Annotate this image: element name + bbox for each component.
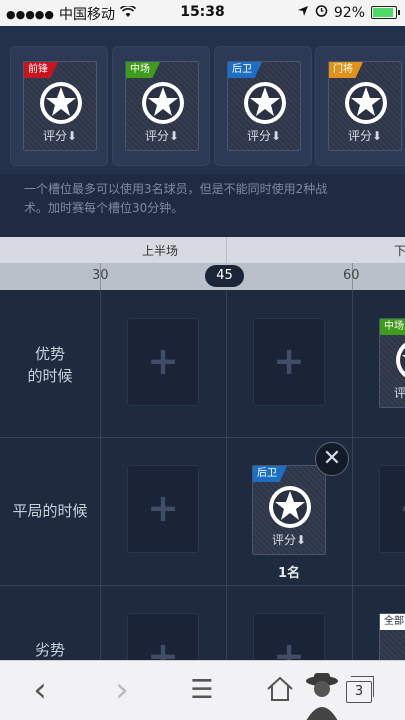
star-icon [38, 80, 84, 126]
row-label-winning: 优势 的时候 [0, 343, 100, 387]
tabs-button[interactable]: 3 [346, 676, 374, 703]
tactic-slot-forward[interactable]: 前锋 评分⬇ [10, 46, 108, 166]
player-count: 1名 [278, 566, 301, 581]
minute-scale[interactable]: 30 60 45 [0, 263, 405, 290]
position-badge: 后卫 [253, 466, 287, 482]
plus-icon: + [380, 488, 405, 528]
grid-line [0, 437, 405, 438]
player-card[interactable]: 后卫 评分⬇ [227, 61, 301, 151]
player-card[interactable]: 门将 评分⬇ [328, 61, 402, 151]
player-card-partial[interactable]: 中场 评 [379, 318, 405, 408]
star-icon [242, 80, 288, 126]
position-badge: 全部 [380, 614, 405, 630]
hint-line-2: 术。加时赛每个槽位30分钟。 [24, 201, 184, 215]
hint-text: 一个槽位最多可以使用3名球员，但是不能同时使用2种战 术。加时赛每个槽位30分钟… [24, 180, 384, 218]
status-bar: ●●●●● 中国移动 15:38 92% [0, 0, 405, 26]
plus-icon: + [147, 634, 179, 660]
add-player-slot[interactable]: + [253, 613, 325, 660]
alarm-icon [315, 4, 328, 21]
minute-label: 60 [343, 268, 360, 283]
rating-label: 评分⬇ [144, 129, 180, 143]
minute-label: 30 [92, 268, 109, 283]
plus-icon: + [147, 486, 179, 530]
half-time-bar: 上半场 下 [0, 237, 405, 263]
first-half-label: 上半场 [142, 244, 179, 258]
tactic-slot-defender[interactable]: 后卫 评分⬇ [214, 46, 312, 166]
row-label-draw: 平局的时候 [12, 502, 88, 520]
rating-label: 评分⬇ [42, 129, 78, 143]
hint-line-1: 一个槽位最多可以使用3名球员，但是不能同时使用2种战 [24, 182, 328, 196]
add-player-slot[interactable]: + [379, 465, 405, 553]
menu-button[interactable]: ☰ [184, 675, 220, 705]
row-label-line: 优势 [34, 345, 65, 363]
remove-player-button[interactable]: ✕ [315, 442, 349, 476]
tactic-slot-goalkeeper[interactable]: 门将 评分⬇ [315, 46, 405, 166]
position-badge: 前锋 [24, 62, 58, 78]
rating-label: 评分⬇ [347, 129, 383, 143]
home-button[interactable] [262, 675, 298, 705]
back-button[interactable]: ‹ [22, 673, 58, 707]
player-card-partial[interactable]: 全部 [379, 613, 405, 660]
home-icon [267, 676, 293, 701]
tactic-slot-midfield[interactable]: 中场 评分⬇ [112, 46, 210, 166]
position-badge: 后卫 [228, 62, 262, 78]
star-icon [140, 80, 186, 126]
position-badge: 中场 [126, 62, 160, 78]
star-icon [394, 337, 405, 383]
grid-line [226, 290, 227, 660]
star-icon [343, 80, 389, 126]
current-minute-marker[interactable]: 45 [205, 265, 244, 287]
browser-toolbar: ‹ › ☰ 3 [0, 660, 405, 720]
agent-avatar-icon [300, 669, 344, 720]
grid-line [0, 585, 405, 586]
row-label-line: 的时候 [27, 367, 73, 385]
player-card[interactable]: 后卫 评分⬇ [252, 465, 326, 555]
plus-icon: + [273, 339, 305, 383]
row-label-losing: 劣势 [34, 641, 65, 659]
add-player-slot[interactable]: + [253, 318, 325, 406]
player-card[interactable]: 前锋 评分⬇ [23, 61, 97, 151]
location-icon [297, 5, 309, 21]
second-half-label: 下 [394, 244, 405, 258]
half-divider [226, 237, 227, 263]
plus-icon: + [273, 634, 305, 660]
battery-icon [371, 6, 400, 19]
star-icon [267, 484, 313, 530]
grid-line [100, 290, 101, 660]
add-player-slot[interactable]: + [127, 318, 199, 406]
add-player-slot[interactable]: + [127, 465, 199, 553]
add-player-slot[interactable]: + [127, 613, 199, 660]
tactic-grid: 优势 的时候 平局的时候 劣势 + + 中场 评 + 后卫 评分⬇ ✕ 1名 +… [0, 290, 405, 660]
forward-button[interactable]: › [104, 673, 140, 707]
rating-label: 评分⬇ [246, 129, 282, 143]
position-badge: 门将 [329, 62, 363, 78]
battery-percent: 92% [333, 4, 365, 21]
grid-line [352, 290, 353, 660]
plus-icon: + [147, 339, 179, 383]
player-card[interactable]: 中场 评分⬇ [125, 61, 199, 151]
rating-label: 评分⬇ [271, 533, 307, 547]
position-badge: 中场 [380, 319, 405, 335]
rating-label: 评 [394, 386, 405, 400]
tactic-card-row: 前锋 评分⬇ 中场 评分⬇ 后卫 评分⬇ 门将 评分⬇ [0, 26, 405, 174]
